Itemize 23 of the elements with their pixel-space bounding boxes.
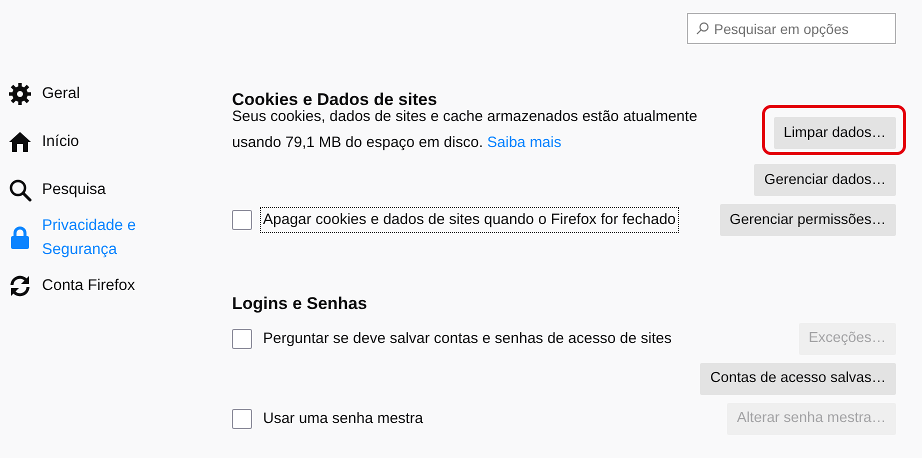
button[interactable]: Contas de acesso salvas… xyxy=(700,362,896,395)
sidebar-item[interactable]: Pesquisa xyxy=(0,166,210,214)
sidebar-item[interactable]: Início xyxy=(0,118,210,166)
button[interactable]: Limpar dados… xyxy=(774,117,896,150)
button[interactable]: Gerenciar permissões… xyxy=(720,204,896,236)
button[interactable]: Gerenciar dados… xyxy=(754,164,896,196)
sidebar-item[interactable]: Geral xyxy=(0,70,210,118)
home-icon xyxy=(8,130,32,154)
search-icon xyxy=(8,178,32,202)
checkbox-label[interactable]: Usar uma senha mestra xyxy=(260,406,426,432)
checkbox[interactable] xyxy=(232,328,252,349)
sync-icon xyxy=(8,274,32,298)
gear-icon xyxy=(8,82,32,106)
lock-icon xyxy=(8,226,32,250)
section-heading: Logins e Senhas xyxy=(232,294,368,315)
checkbox[interactable] xyxy=(232,210,252,230)
section-heading: Cookies e Dados de sites xyxy=(232,90,438,110)
description-text: Seus cookies, dados de sites e cache armazenados estão atualmente usando 79,1 MB do espaço em disco. Saiba mais xyxy=(232,107,698,154)
checkbox[interactable] xyxy=(232,408,252,429)
search-field[interactable]: Pesquisar em opções xyxy=(687,13,896,44)
checkbox-label[interactable]: Apagar cookies e dados de sites quando o Firefox for fechado xyxy=(260,207,679,234)
checkbox-label[interactable]: Perguntar se deve salvar contas e senhas de acesso de sites xyxy=(260,326,675,352)
sidebar-item[interactable]: Conta Firefox xyxy=(0,262,210,310)
